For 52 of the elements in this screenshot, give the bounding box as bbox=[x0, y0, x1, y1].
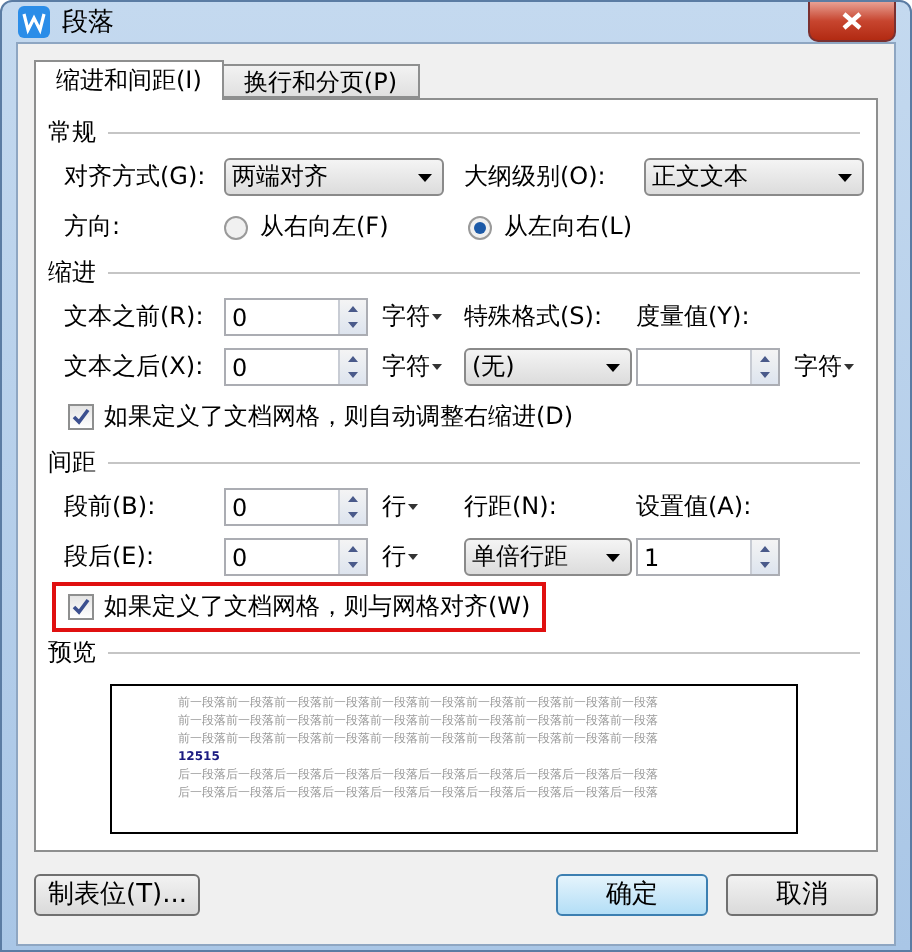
dropdown[interactable]: 正文文本 bbox=[644, 158, 864, 196]
tab[interactable]: 换行和分页(P) bbox=[221, 64, 420, 98]
close-icon bbox=[842, 12, 862, 30]
checkbox[interactable]: 如果定义了文档网格，则自动调整右缩进(D) bbox=[52, 392, 590, 442]
caret-icon bbox=[432, 364, 442, 370]
unit-dropdown[interactable]: 字符 bbox=[788, 350, 864, 384]
caret-icon bbox=[408, 504, 418, 510]
dialog-button[interactable]: 制表位(T)... bbox=[34, 873, 201, 915]
unit-dropdown[interactable]: 字符 bbox=[376, 350, 452, 384]
highlighted-checkbox[interactable]: 如果定义了文档网格，则与网格对齐(W) bbox=[52, 582, 547, 632]
field-label: 度量值(Y): bbox=[636, 300, 752, 334]
app-logo-icon bbox=[18, 6, 50, 38]
field-label: 段后(E): bbox=[64, 540, 156, 574]
unit-dropdown[interactable]: 行 bbox=[376, 540, 452, 574]
field-label: 大纲级别(O): bbox=[464, 162, 606, 190]
section-heading: 缩进 bbox=[48, 255, 96, 289]
radio-option[interactable]: 从右向左(F) bbox=[224, 210, 452, 244]
dropdown-caret-icon bbox=[838, 173, 852, 181]
dropdown[interactable]: (无) bbox=[464, 348, 632, 386]
dropdown-caret-icon bbox=[606, 363, 620, 371]
field-label: 段前(B): bbox=[64, 490, 158, 524]
unit-dropdown[interactable]: 字符 bbox=[376, 300, 452, 334]
dropdown[interactable]: 单倍行距 bbox=[464, 538, 632, 576]
unit-dropdown[interactable]: 行 bbox=[376, 490, 452, 524]
radio-option[interactable]: 从左向右(L) bbox=[468, 210, 788, 244]
field-label: 对齐方式(G): bbox=[64, 160, 208, 194]
field-label: 特殊格式(S): bbox=[464, 302, 603, 330]
caret-icon bbox=[844, 364, 854, 370]
spin-field[interactable]: 1 bbox=[636, 538, 780, 576]
caret-icon bbox=[432, 314, 442, 320]
dropdown-caret-icon bbox=[606, 553, 620, 561]
window-title: 段落 bbox=[62, 6, 114, 40]
dropdown[interactable]: 两端对齐 bbox=[224, 158, 444, 196]
field-label: 设置值(A): bbox=[636, 490, 754, 524]
spin-field[interactable]: 0 bbox=[224, 348, 368, 386]
field-label: 方向: bbox=[64, 210, 123, 244]
field-label: 文本之前(R): bbox=[64, 300, 206, 334]
spin-field[interactable]: 0 bbox=[224, 488, 368, 526]
caret-icon bbox=[408, 554, 418, 560]
section-heading: 常规 bbox=[48, 115, 96, 149]
dialog-button[interactable]: 取消 bbox=[726, 873, 878, 915]
dialog-button[interactable]: 确定 bbox=[556, 873, 708, 915]
tab[interactable]: 缩进和间距(I) bbox=[34, 60, 224, 100]
spin-field[interactable]: 0 bbox=[224, 538, 368, 576]
field-label: 行距(N): bbox=[464, 492, 557, 520]
dropdown-caret-icon bbox=[418, 173, 432, 181]
spin-field[interactable] bbox=[636, 348, 780, 386]
section-heading: 预览 bbox=[48, 635, 96, 669]
close-button[interactable] bbox=[808, 2, 896, 42]
section-heading: 间距 bbox=[48, 445, 96, 479]
field-label: 文本之后(X): bbox=[64, 350, 206, 384]
spin-field[interactable]: 0 bbox=[224, 298, 368, 336]
